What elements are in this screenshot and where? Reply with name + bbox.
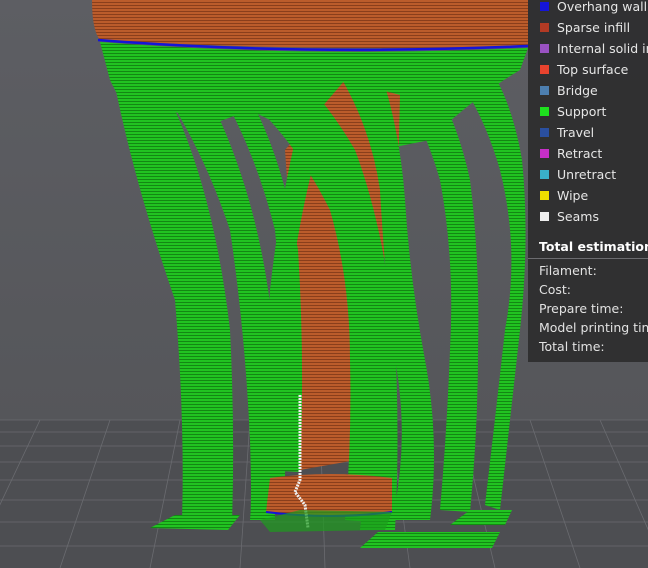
legend-swatch [540,128,549,137]
legend-label: Bridge [557,83,598,98]
legend-item-retract[interactable]: Retract [528,143,602,164]
legend-swatch [540,44,549,53]
estimation-total-time: Total time: [539,339,605,354]
legend-swatch [540,212,549,221]
estimation-divider [528,258,648,259]
legend-swatch [540,65,549,74]
legend-label: Retract [557,146,603,161]
estimation-title: Total estimation [539,239,648,254]
legend-label: Wipe [557,188,589,203]
estimation-cost: Cost: [539,282,572,297]
legend-swatch [540,2,549,11]
legend-item-seams[interactable]: Seams [528,206,599,227]
legend-swatch [540,86,549,95]
legend-label: Top surface [557,62,629,77]
legend-item-bridge[interactable]: Bridge [528,80,598,101]
legend-swatch [540,149,549,158]
legend-label: Internal solid infill [557,41,648,56]
estimation-model-printing-time: Model printing time: [539,320,648,335]
legend-label: Unretract [557,167,617,182]
legend-panel: Overhang wall Sparse infill Internal sol… [528,0,648,362]
legend-item-unretract[interactable]: Unretract [528,164,616,185]
legend-item-wipe[interactable]: Wipe [528,185,588,206]
legend-label: Support [557,104,607,119]
legend-label: Sparse infill [557,20,631,35]
model-top-body [92,0,529,52]
legend-item-travel[interactable]: Travel [528,122,594,143]
legend-item-internal-solid-infill[interactable]: Internal solid infill [528,38,648,59]
legend-item-sparse-infill[interactable]: Sparse infill [528,17,630,38]
estimation-prepare-time: Prepare time: [539,301,624,316]
legend-item-overhang-wall[interactable]: Overhang wall [528,0,647,17]
legend-swatch [540,170,549,179]
legend-label: Seams [557,209,599,224]
legend-item-top-surface[interactable]: Top surface [528,59,628,80]
legend-label: Travel [557,125,595,140]
legend-swatch [540,23,549,32]
legend-label: Overhang wall [557,0,648,14]
legend-swatch [540,107,549,116]
legend-swatch [540,191,549,200]
estimation-filament: Filament: [539,263,597,278]
legend-item-support[interactable]: Support [528,101,606,122]
